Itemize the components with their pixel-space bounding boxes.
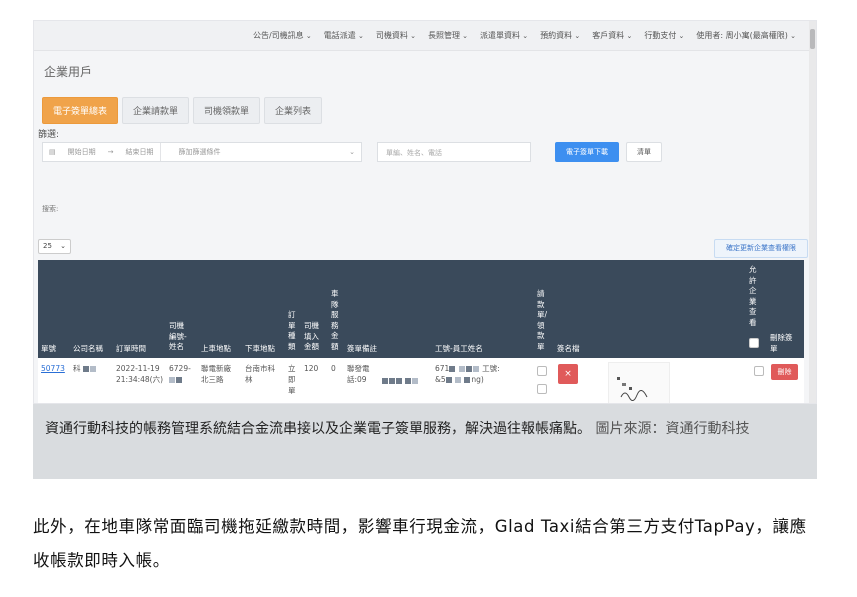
calendar-icon: ▤ bbox=[49, 148, 56, 156]
nav-mobile-pay[interactable]: 行動支付 bbox=[638, 30, 690, 41]
th-employee: 工號-員工姓名 bbox=[435, 344, 483, 353]
redacted-block bbox=[412, 378, 419, 384]
tab-company-list[interactable]: 企業列表 bbox=[264, 97, 323, 124]
scrollbar-thumb[interactable] bbox=[810, 29, 815, 49]
caption-text: 資通行動科技的帳務管理系統結合金流串接以及企業電子簽單服務，解決過往報帳痛點。 bbox=[45, 421, 591, 437]
employee-id-1: 671 bbox=[435, 364, 450, 373]
order-no-link[interactable]: 50773 bbox=[41, 363, 65, 374]
nav-customers[interactable]: 客戶資料 bbox=[586, 30, 638, 41]
redacted-block bbox=[89, 366, 96, 372]
redacted-block bbox=[472, 366, 479, 372]
th-driver: 司機 編號- 姓名 bbox=[169, 321, 187, 351]
condition-select[interactable]: 篩加篩選條件 bbox=[173, 147, 227, 157]
redacted-block bbox=[449, 366, 456, 372]
scrollbar[interactable] bbox=[809, 21, 816, 403]
dropoff-location: 台南市科 林 bbox=[245, 364, 275, 384]
redacted-block bbox=[458, 366, 465, 372]
th-company: 公司名稱 bbox=[73, 344, 103, 353]
redacted-block bbox=[176, 377, 182, 383]
arrow-right-icon: → bbox=[107, 148, 114, 156]
redacted-remark bbox=[382, 375, 419, 386]
download-e-sign-button[interactable]: 電子簽單下載 bbox=[555, 142, 619, 162]
driver-id: 6729- bbox=[169, 363, 191, 385]
filter-label: 篩選: bbox=[38, 130, 60, 140]
redacted-block bbox=[455, 377, 462, 383]
chevron-down-icon: ⌄ bbox=[349, 148, 355, 156]
nav-user-menu[interactable]: 使用者: 周小寓(最高權限) bbox=[690, 30, 802, 41]
pickup-location: 聯電新廠 北三路 bbox=[201, 364, 231, 384]
tab-driver-payout[interactable]: 司機領款單 bbox=[193, 97, 261, 124]
th-allow-view: 允 許 企 業 查 看 bbox=[749, 265, 757, 327]
delete-sign-button[interactable]: 刪除 bbox=[771, 364, 798, 380]
company-name: 科 bbox=[73, 363, 97, 374]
th-billing: 請 款 單/ 領 款 單 bbox=[537, 289, 548, 351]
caption-source: 圖片來源：資通行動科技 bbox=[595, 421, 750, 437]
update-view-permission-button[interactable]: 確定更新企業查看權限 bbox=[714, 239, 808, 258]
redacted-block bbox=[464, 377, 471, 383]
nav-driver-data[interactable]: 司機資料 bbox=[370, 30, 422, 41]
tab-bar: 電子簽單總表 企業請款單 司機領款單 企業列表 bbox=[42, 97, 323, 124]
top-navigation: 公告/司機訊息 電話派遣 司機資料 長照管理 派遣單資料 預約資料 客戶資料 行… bbox=[34, 21, 810, 51]
redacted-block bbox=[169, 377, 175, 383]
divider bbox=[159, 143, 173, 161]
employee-info: 671 工號: &5 ng) bbox=[435, 363, 500, 385]
nav-phone-dispatch[interactable]: 電話派遣 bbox=[318, 30, 370, 41]
th-pickup: 上車地點 bbox=[201, 344, 231, 353]
th-remark: 簽單備註 bbox=[347, 344, 377, 353]
redacted-block bbox=[465, 366, 472, 372]
search-input[interactable]: 單編、姓名、電話 bbox=[377, 142, 531, 162]
per-page-select[interactable]: 25 ⌄ bbox=[38, 239, 71, 254]
employee-id-2: &5 bbox=[435, 375, 446, 384]
payout-checkbox[interactable] bbox=[537, 384, 547, 394]
nav-announcements[interactable]: 公告/司機訊息 bbox=[247, 30, 318, 41]
page-title: 企業用戶 bbox=[44, 65, 93, 79]
per-page-value: 25 bbox=[43, 242, 52, 250]
order-time: 2022-11-19 21:34:48(六) bbox=[116, 364, 164, 384]
th-order-no: 單號 bbox=[41, 344, 56, 353]
driver-id-text: 6729- bbox=[169, 364, 191, 373]
date-start-input[interactable]: 開始日期 bbox=[62, 147, 102, 157]
search-label: 搜索: bbox=[42, 205, 59, 213]
th-fleet-fee: 車 隊 服 務 金 額 bbox=[331, 289, 339, 351]
article-paragraph: 此外，在地車隊常面臨司機拖延繳款時間，影響車行現金流，Glad Taxi結合第三… bbox=[33, 517, 807, 570]
th-signature: 簽名檔 bbox=[557, 344, 580, 353]
redacted-block bbox=[382, 378, 388, 384]
nav-dispatch-orders[interactable]: 派遣單資料 bbox=[474, 30, 534, 41]
image-caption: 資通行動科技的帳務管理系統結合金流串接以及企業電子簽單服務，解決過往報帳痛點。 … bbox=[33, 404, 817, 479]
redacted-block bbox=[445, 377, 452, 383]
th-driver-fill: 司機 填入 金額 bbox=[304, 321, 319, 351]
select-all-checkbox[interactable] bbox=[749, 338, 759, 348]
tab-e-sign-summary[interactable]: 電子簽單總表 bbox=[42, 97, 119, 124]
th-order-time: 訂單時間 bbox=[116, 344, 146, 353]
signature-image bbox=[608, 362, 670, 403]
system-screenshot: 公告/司機訊息 電話派遣 司機資料 長照管理 派遣單資料 預約資料 客戶資料 行… bbox=[33, 20, 817, 404]
th-dropoff: 下車地點 bbox=[245, 344, 275, 353]
signature-scribble bbox=[617, 377, 648, 401]
date-range-filter[interactable]: ▤ 開始日期 → 結束日期 篩加篩選條件 ⌄ bbox=[42, 142, 362, 162]
order-type: 立 即 單 bbox=[288, 364, 296, 395]
redacted-block bbox=[396, 378, 402, 384]
company-name-text: 科 bbox=[73, 364, 81, 373]
th-order-type: 訂 單 種 類 bbox=[288, 310, 296, 351]
table-row: 50773 科 2022-11-19 21:34:48(六) 6729- 聯電新… bbox=[38, 358, 804, 403]
driver-fill-amount: 120 bbox=[304, 364, 319, 373]
tab-company-billing[interactable]: 企業請款單 bbox=[122, 97, 190, 124]
nav-reservations[interactable]: 預約資料 bbox=[534, 30, 586, 41]
th-delete: 刪除簽 單 bbox=[770, 333, 793, 353]
employee-tail-2: ng) bbox=[471, 375, 484, 384]
billing-checkbox[interactable] bbox=[537, 366, 547, 376]
fleet-fee: 0 bbox=[331, 364, 336, 373]
chevron-down-icon: ⌄ bbox=[60, 242, 66, 250]
allow-view-checkbox[interactable] bbox=[754, 366, 764, 376]
employee-tail: 工號: bbox=[482, 364, 500, 373]
table-header: 單號 公司名稱 訂單時間 司機 編號- 姓名 上車地點 下車地點 訂 單 種 類… bbox=[38, 260, 804, 358]
remove-signature-button[interactable]: × bbox=[558, 364, 578, 384]
date-end-input[interactable]: 結束日期 bbox=[120, 147, 160, 157]
sign-remark: 聯發電 話:09 bbox=[347, 364, 370, 384]
redacted-block bbox=[405, 378, 412, 384]
redacted-block bbox=[389, 378, 395, 384]
nav-longterm-care[interactable]: 長照管理 bbox=[422, 30, 474, 41]
clear-button[interactable]: 清單 bbox=[626, 142, 662, 162]
redacted-block bbox=[82, 366, 89, 372]
